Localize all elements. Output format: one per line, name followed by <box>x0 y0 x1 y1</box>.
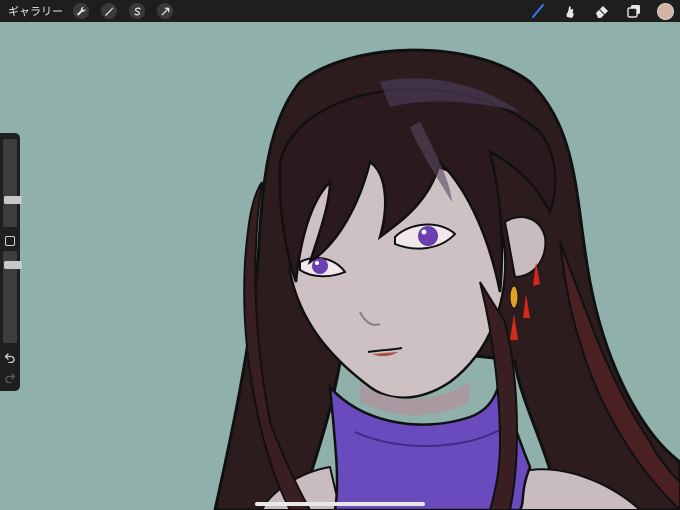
eraser-button[interactable] <box>593 2 611 20</box>
drawing-canvas[interactable] <box>0 22 680 510</box>
artwork-earring <box>509 285 519 309</box>
brush-button[interactable] <box>529 2 547 20</box>
adjustments-button[interactable] <box>101 3 117 19</box>
wrench-icon <box>76 6 85 15</box>
redo-icon <box>5 373 16 383</box>
opacity-slider[interactable] <box>3 251 22 343</box>
transform-button[interactable] <box>157 3 173 19</box>
artwork-eye-highlight <box>421 229 427 235</box>
brush-size-slider[interactable] <box>3 139 22 227</box>
undo-button[interactable] <box>4 351 16 363</box>
transform-icon <box>161 7 169 15</box>
smudge-button[interactable] <box>561 2 579 20</box>
artwork-eye-highlight <box>315 261 319 265</box>
artwork-iris-right <box>418 226 438 246</box>
actions-button[interactable] <box>73 3 89 19</box>
redo-button[interactable] <box>4 371 16 383</box>
gallery-button[interactable]: ギャラリー <box>8 3 63 19</box>
layers-button[interactable] <box>625 2 643 20</box>
eraser-icon <box>596 6 608 18</box>
right-tool-group <box>529 0 674 22</box>
undo-icon <box>4 353 15 363</box>
smudge-icon <box>566 6 574 18</box>
color-picker-button[interactable] <box>657 2 674 20</box>
modify-button[interactable] <box>5 236 15 246</box>
magic-wand-icon <box>104 6 114 16</box>
selection-icon <box>133 7 141 15</box>
canvas-artwork <box>0 22 680 510</box>
brush-icon <box>532 4 544 18</box>
selection-button[interactable] <box>129 3 145 19</box>
brush-sidebar <box>0 133 22 391</box>
brush-size-thumb[interactable] <box>4 196 22 204</box>
top-toolbar: ギャラリー <box>0 0 680 22</box>
home-indicator[interactable] <box>255 502 425 506</box>
opacity-thumb[interactable] <box>4 261 22 269</box>
layers-icon <box>627 5 640 18</box>
